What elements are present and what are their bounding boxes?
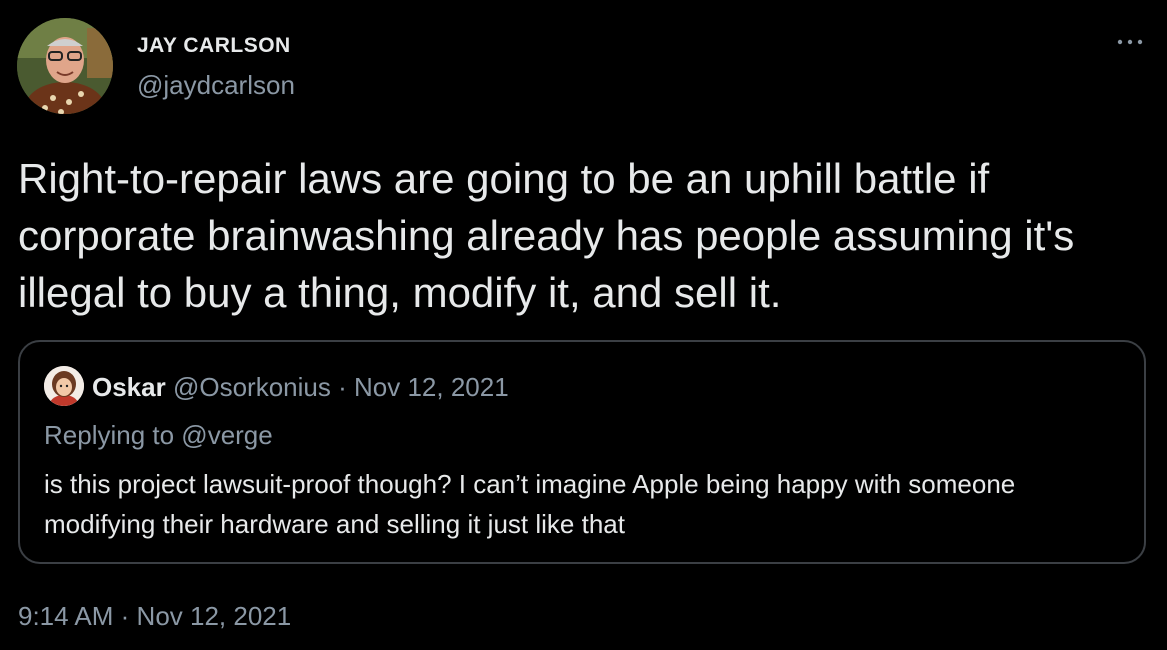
tweet-date: Nov 12, 2021 [136, 601, 292, 631]
quoted-separator: · [338, 372, 347, 402]
author-name[interactable]: JAY CARLSON [137, 34, 291, 58]
timestamp-separator: · [120, 601, 130, 631]
tweet: JAY CARLSON @jaydcarlson Right-to-repair… [0, 0, 1167, 650]
quoted-author-avatar[interactable] [44, 366, 84, 406]
quoted-tweet[interactable]: Oskar @Osorkonius · Nov 12, 2021 Replyin… [18, 340, 1146, 564]
author-handle[interactable]: @jaydcarlson [137, 70, 295, 101]
quoted-date[interactable]: Nov 12, 2021 [354, 372, 509, 402]
tweet-time: 9:14 AM [18, 601, 114, 631]
more-horizontal-icon[interactable] [1114, 30, 1146, 54]
quoted-tweet-header: Oskar @Osorkonius · Nov 12, 2021 [92, 372, 509, 403]
quoted-author-avatar-image [44, 366, 84, 406]
quoted-tweet-text: is this project lawsuit-proof though? I … [44, 469, 1016, 539]
tweet-text: Right-to-repair laws are going to be an … [18, 155, 1075, 316]
quoted-replying-to: Replying to @verge [44, 420, 273, 450]
quoted-author-handle[interactable]: @Osorkonius [173, 372, 331, 402]
tweet-timestamp[interactable]: 9:14 AM · Nov 12, 2021 [18, 601, 291, 632]
quoted-author-name[interactable]: Oskar [92, 372, 166, 402]
author-avatar-image [17, 18, 113, 114]
author-avatar[interactable] [17, 18, 113, 114]
